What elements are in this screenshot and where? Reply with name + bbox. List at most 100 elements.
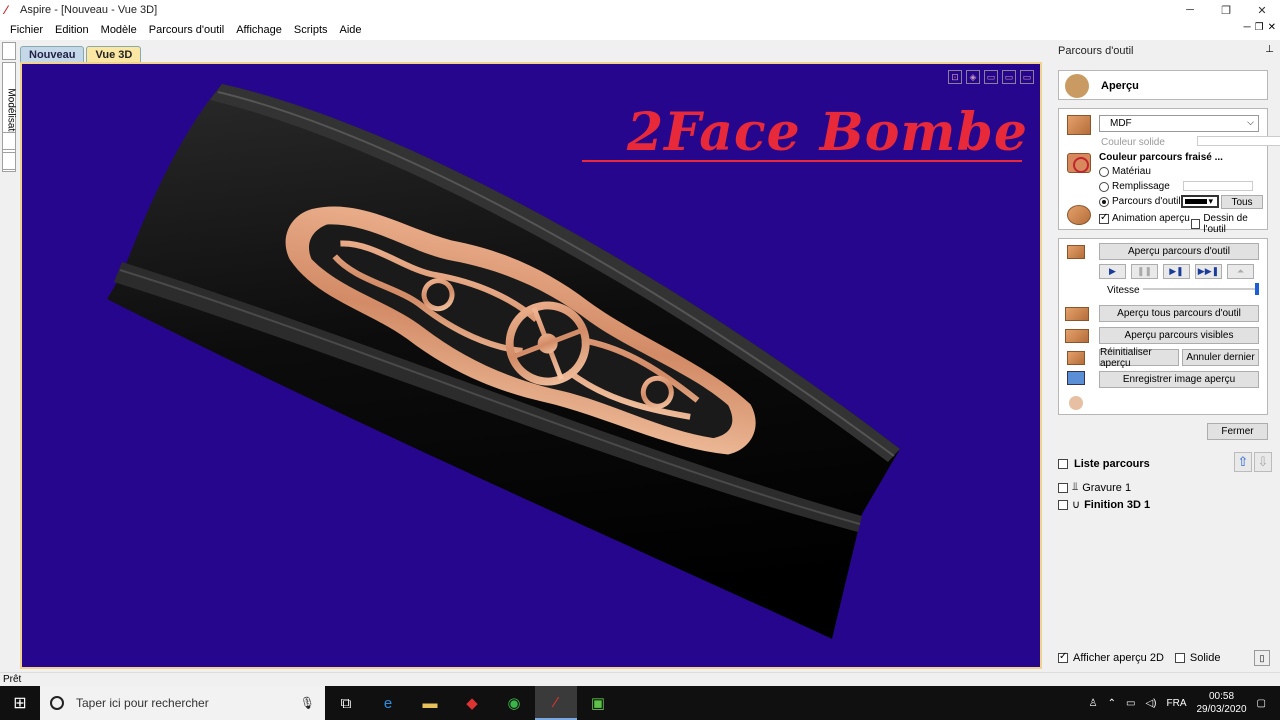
chrome-icon[interactable]: ◉ [493, 686, 535, 720]
menu-fichier[interactable]: Fichier [4, 24, 49, 36]
liste-parcours-checkbox[interactable] [1058, 459, 1068, 469]
menu-modele[interactable]: Modèle [95, 24, 143, 36]
close-icon[interactable]: ✕ [1244, 0, 1280, 20]
arrow-down-icon[interactable]: ⇩ [1254, 452, 1272, 472]
solide-checkbox[interactable] [1174, 653, 1185, 663]
minimize-icon[interactable]: ─ [1172, 0, 1208, 20]
delete-icon[interactable]: ▯ [1254, 650, 1270, 666]
app-red-icon[interactable]: ◆ [451, 686, 493, 720]
menu-edition[interactable]: Edition [49, 24, 95, 36]
document-tabs: Nouveau Vue 3D [20, 44, 143, 62]
overlay-title: 2Face Bombe [627, 102, 1028, 163]
cortana-icon [50, 696, 64, 710]
annuler-dernier-button[interactable]: Annuler dernier [1182, 349, 1259, 366]
volume-icon[interactable]: ◁) [1145, 698, 1156, 709]
clock-time: 00:58 [1209, 691, 1235, 702]
people-icon[interactable]: ♙ [1089, 698, 1098, 709]
radio-remplissage-row[interactable]: Remplissage [1099, 181, 1170, 192]
material-select[interactable]: MDF ⌵ [1099, 115, 1259, 132]
apercu-parcours-button[interactable]: Aperçu parcours d'outil [1099, 243, 1259, 260]
radio-materiau-row[interactable]: Matériau [1099, 166, 1151, 177]
pause-button[interactable]: ❚❚ [1131, 264, 1158, 279]
afficher-2d-checkbox[interactable] [1058, 651, 1068, 663]
network-icon[interactable]: ▭ [1126, 698, 1135, 709]
aspire-taskbar-icon[interactable]: ⁄ [535, 686, 577, 720]
radio-remplissage-label: Remplissage [1112, 181, 1170, 192]
apercu-tous-button[interactable]: Aperçu tous parcours d'outil [1099, 305, 1259, 322]
tray-chevron-icon[interactable]: ⌃ [1108, 698, 1116, 709]
3d-viewport[interactable]: 2Face Bombe ⊡ ◈ ▭ ▭ ▭ [20, 62, 1042, 669]
anim-apercu-row[interactable]: Animation aperçu [1099, 212, 1190, 224]
radio-materiau[interactable] [1099, 166, 1109, 177]
mdi-minimize-icon[interactable]: ─ [1244, 22, 1251, 33]
finition-checkbox[interactable] [1058, 499, 1068, 510]
radio-remplissage[interactable] [1099, 181, 1109, 192]
menu-aide[interactable]: Aide [334, 24, 368, 36]
gravure-checkbox[interactable] [1058, 482, 1068, 493]
toolpath-color-select[interactable]: ▾ [1181, 195, 1219, 208]
clock-date: 29/03/2020 [1196, 704, 1247, 715]
dessin-outil-label: Dessin de l'outil [1203, 213, 1248, 235]
view-side-icon[interactable]: ▭ [1002, 70, 1016, 84]
pin-icon[interactable]: ⊥ [1265, 44, 1274, 55]
view-top-icon[interactable]: ▭ [1020, 70, 1034, 84]
zoom-fit-icon[interactable]: ⊡ [948, 70, 962, 84]
speed-slider-thumb[interactable] [1255, 283, 1259, 295]
enregistrer-button[interactable]: Enregistrer image aperçu [1099, 371, 1259, 388]
language-indicator[interactable]: FRA [1166, 698, 1186, 709]
remplissage-color-select[interactable] [1183, 181, 1253, 191]
step-button[interactable]: ▶❚ [1163, 264, 1190, 279]
engrave-tool-icon: ⫫ [1072, 481, 1079, 493]
skip-end-button[interactable]: ▶▶❚ [1195, 264, 1222, 279]
liste-parcours-label: Liste parcours [1074, 458, 1150, 470]
left-strip-box[interactable] [2, 42, 16, 60]
clock[interactable]: 00:58 29/03/2020 [1196, 690, 1246, 716]
fermer-button[interactable]: Fermer [1207, 423, 1268, 440]
menu-parcours-outil[interactable]: Parcours d'outil [143, 24, 230, 36]
left-strip-box[interactable] [2, 152, 16, 170]
anim-apercu-checkbox[interactable] [1099, 212, 1109, 224]
taskbar-search[interactable]: Taper ici pour rechercher 🎙 [40, 686, 325, 720]
reinitialiser-button[interactable]: Réinitialiser aperçu [1099, 347, 1179, 369]
dessin-outil-row[interactable]: Dessin de l'outil [1191, 213, 1267, 235]
file-explorer-icon[interactable]: ▬ [409, 686, 451, 720]
mdi-restore-icon[interactable]: ❐ [1255, 22, 1264, 33]
left-strip: Modélisation [0, 40, 18, 672]
apercu-visibles-button[interactable]: Aperçu parcours visibles [1099, 327, 1259, 344]
microphone-icon[interactable]: 🎙 [300, 696, 315, 710]
solide-label: Solide [1189, 652, 1221, 664]
dessin-outil-checkbox[interactable] [1191, 219, 1201, 229]
play-button[interactable]: ▶ [1099, 264, 1126, 279]
windows-start-icon[interactable]: ⊞ [0, 686, 40, 720]
mdi-close-icon[interactable]: ✕ [1268, 22, 1276, 33]
radio-parcours-label: Parcours d'outil [1112, 196, 1181, 207]
edge-icon[interactable]: e [367, 686, 409, 720]
list-item[interactable]: ∪ Finition 3D 1 [1058, 498, 1150, 511]
notifications-icon[interactable]: ▢ [1257, 698, 1266, 709]
radio-parcours[interactable] [1099, 196, 1109, 207]
reset-top-button[interactable]: ⏶ [1227, 264, 1254, 279]
menu-affichage[interactable]: Affichage [230, 24, 288, 36]
tous-button[interactable]: Tous [1221, 195, 1263, 209]
maximize-icon[interactable]: ❐ [1208, 0, 1244, 20]
left-strip-box[interactable] [2, 132, 16, 150]
radio-parcours-row[interactable]: Parcours d'outil [1099, 196, 1181, 207]
view-front-icon[interactable]: ▭ [984, 70, 998, 84]
tab-vue-3d[interactable]: Vue 3D [86, 46, 142, 62]
camtasia-icon[interactable]: ▣ [577, 686, 619, 720]
mdi-controls: ─ ❐ ✕ [1244, 22, 1276, 33]
cursor-tool-icon[interactable] [1069, 396, 1083, 410]
arrow-up-icon[interactable]: ⇧ [1234, 452, 1252, 472]
speed-slider[interactable] [1143, 283, 1259, 295]
couleur-solide-label: Couleur solide [1101, 137, 1165, 148]
menu-scripts[interactable]: Scripts [288, 24, 334, 36]
overlay-underline [582, 160, 1022, 162]
list-item[interactable]: ⫫ Gravure 1 [1058, 481, 1131, 494]
taskbar-apps: ⧉ e ▬ ◆ ◉ ⁄ ▣ [325, 686, 619, 720]
toolpath-panel: Parcours d'outil ⊥ Aperçu MDF ⌵ Couleur … [1047, 40, 1280, 672]
task-view-icon[interactable]: ⧉ [325, 686, 367, 720]
ballnose-tool-icon: ∪ [1072, 499, 1081, 511]
view-iso-icon[interactable]: ◈ [966, 70, 980, 84]
tab-nouveau[interactable]: Nouveau [20, 46, 85, 62]
couleur-solide-swatch[interactable] [1197, 136, 1280, 146]
